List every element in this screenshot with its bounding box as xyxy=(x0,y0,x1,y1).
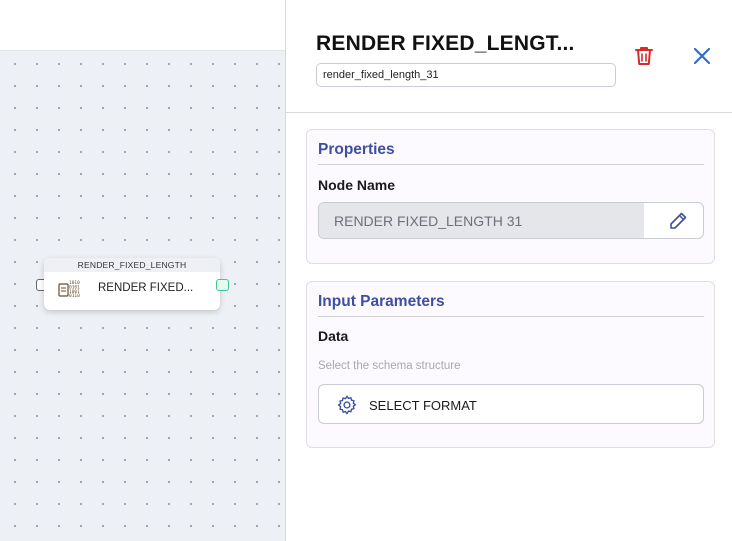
node-id-input[interactable] xyxy=(316,63,616,87)
pencil-icon[interactable] xyxy=(668,211,688,231)
app-root: RENDER_FIXED_LENGTH 1010 0101 1001 0110 … xyxy=(0,0,732,541)
node-name-readonly: RENDER FIXED_LENGTH 31 xyxy=(319,203,644,238)
svg-text:0110: 0110 xyxy=(69,293,80,297)
node-name-value: RENDER FIXED_LENGTH 31 xyxy=(334,213,523,229)
flow-canvas[interactable]: RENDER_FIXED_LENGTH 1010 0101 1001 0110 … xyxy=(0,0,286,541)
binary-document-icon: 1010 0101 1001 0110 xyxy=(58,280,80,297)
node-name-field: RENDER FIXED_LENGTH 31 xyxy=(318,202,704,239)
section-divider xyxy=(318,316,704,317)
header-divider xyxy=(286,112,732,113)
properties-panel: RENDER FIXED_LENGT... Properties Node Na… xyxy=(286,0,732,541)
properties-section: Properties Node Name RENDER FIXED_LENGTH… xyxy=(306,129,715,264)
trash-icon[interactable] xyxy=(632,44,656,68)
schema-hint: Select the schema structure xyxy=(318,360,461,372)
section-title-properties: Properties xyxy=(318,141,395,158)
section-title-input-parameters: Input Parameters xyxy=(318,293,445,310)
section-divider xyxy=(318,164,704,165)
node-label: RENDER FIXED... xyxy=(98,282,194,294)
node-name-label: Node Name xyxy=(318,177,396,193)
node-output-port[interactable] xyxy=(216,279,229,291)
panel-title: RENDER FIXED_LENGT... xyxy=(316,32,575,55)
flow-node[interactable]: RENDER_FIXED_LENGTH 1010 0101 1001 0110 … xyxy=(44,258,220,310)
node-header: RENDER_FIXED_LENGTH xyxy=(44,258,220,272)
input-parameters-section: Input Parameters Data Select the schema … xyxy=(306,281,715,448)
gear-icon xyxy=(337,395,357,415)
select-format-label: SELECT FORMAT xyxy=(369,398,477,413)
data-label: Data xyxy=(318,328,349,344)
select-format-button[interactable]: SELECT FORMAT xyxy=(318,384,704,424)
close-icon[interactable] xyxy=(691,45,713,67)
